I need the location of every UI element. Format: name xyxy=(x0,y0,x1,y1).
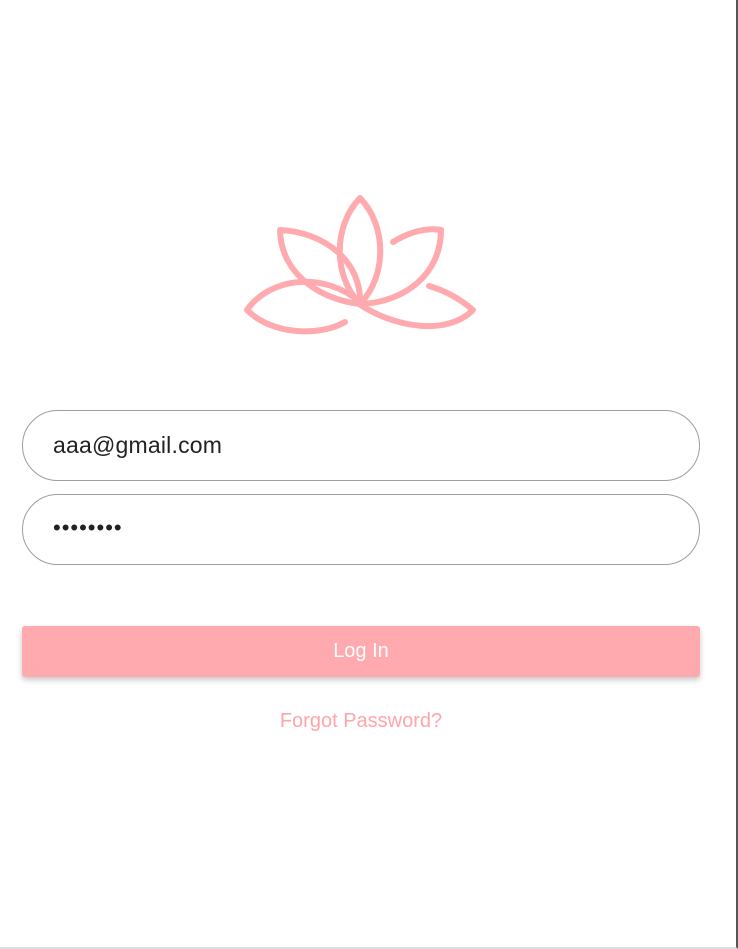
forgot-password-link[interactable]: Forgot Password? xyxy=(0,710,722,733)
email-field[interactable]: aaa@gmail.com xyxy=(22,410,700,481)
password-field[interactable]: •••••••• xyxy=(22,494,700,565)
lotus-icon xyxy=(244,195,476,335)
password-value: •••••••• xyxy=(53,514,123,540)
email-value: aaa@gmail.com xyxy=(53,432,223,458)
login-screen: aaa@gmail.com •••••••• Log In Forgot Pas… xyxy=(0,0,738,949)
login-button-label: Log In xyxy=(333,640,389,662)
login-button[interactable]: Log In xyxy=(22,626,700,677)
